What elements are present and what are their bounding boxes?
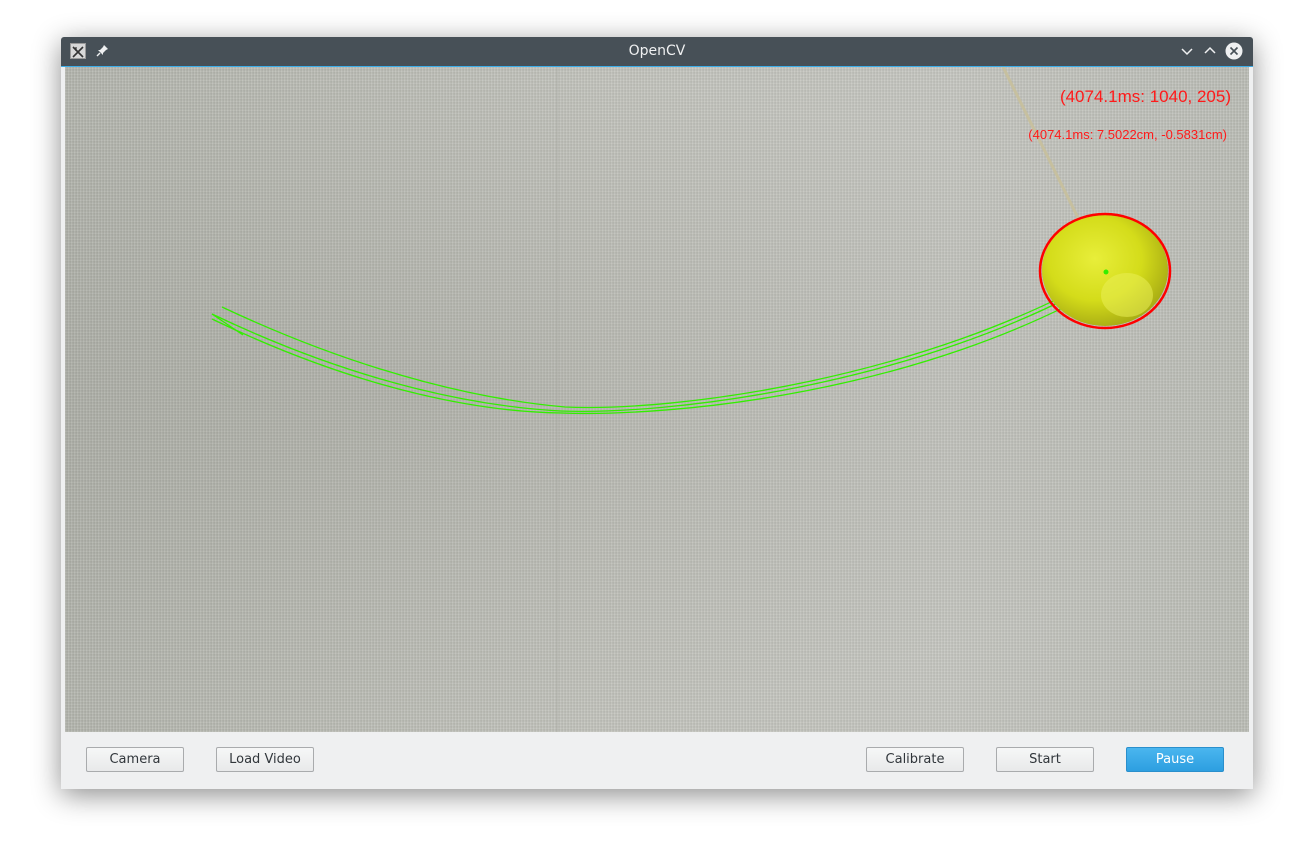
start-button[interactable]: Start — [996, 747, 1094, 772]
camera-button[interactable]: Camera — [86, 747, 184, 772]
trajectory-trace — [211, 270, 1114, 415]
calibrate-button[interactable]: Calibrate — [866, 747, 964, 772]
maximize-chevron-icon[interactable] — [1201, 42, 1219, 60]
pause-button[interactable]: Pause — [1126, 747, 1224, 772]
pixel-position-readout: (4074.1ms: 1040, 205) — [1059, 87, 1231, 106]
load-video-button[interactable]: Load Video — [216, 747, 314, 772]
close-icon[interactable] — [1225, 42, 1243, 60]
cm-position-readout: (4074.1ms: 7.5022cm, -0.5831cm) — [1028, 127, 1227, 142]
tracked-ball-highlight — [1101, 273, 1153, 317]
opencv-window: OpenCV (4074.1ms: 1040, 205) (4074.1ms: … — [61, 37, 1253, 789]
video-frame[interactable]: (4074.1ms: 1040, 205) (4074.1ms: 7.5022c… — [65, 67, 1249, 732]
detection-center — [1103, 269, 1109, 275]
minimize-chevron-icon[interactable] — [1178, 42, 1196, 60]
window-title: OpenCV — [628, 43, 686, 59]
title-bar[interactable]: OpenCV — [61, 37, 1253, 67]
